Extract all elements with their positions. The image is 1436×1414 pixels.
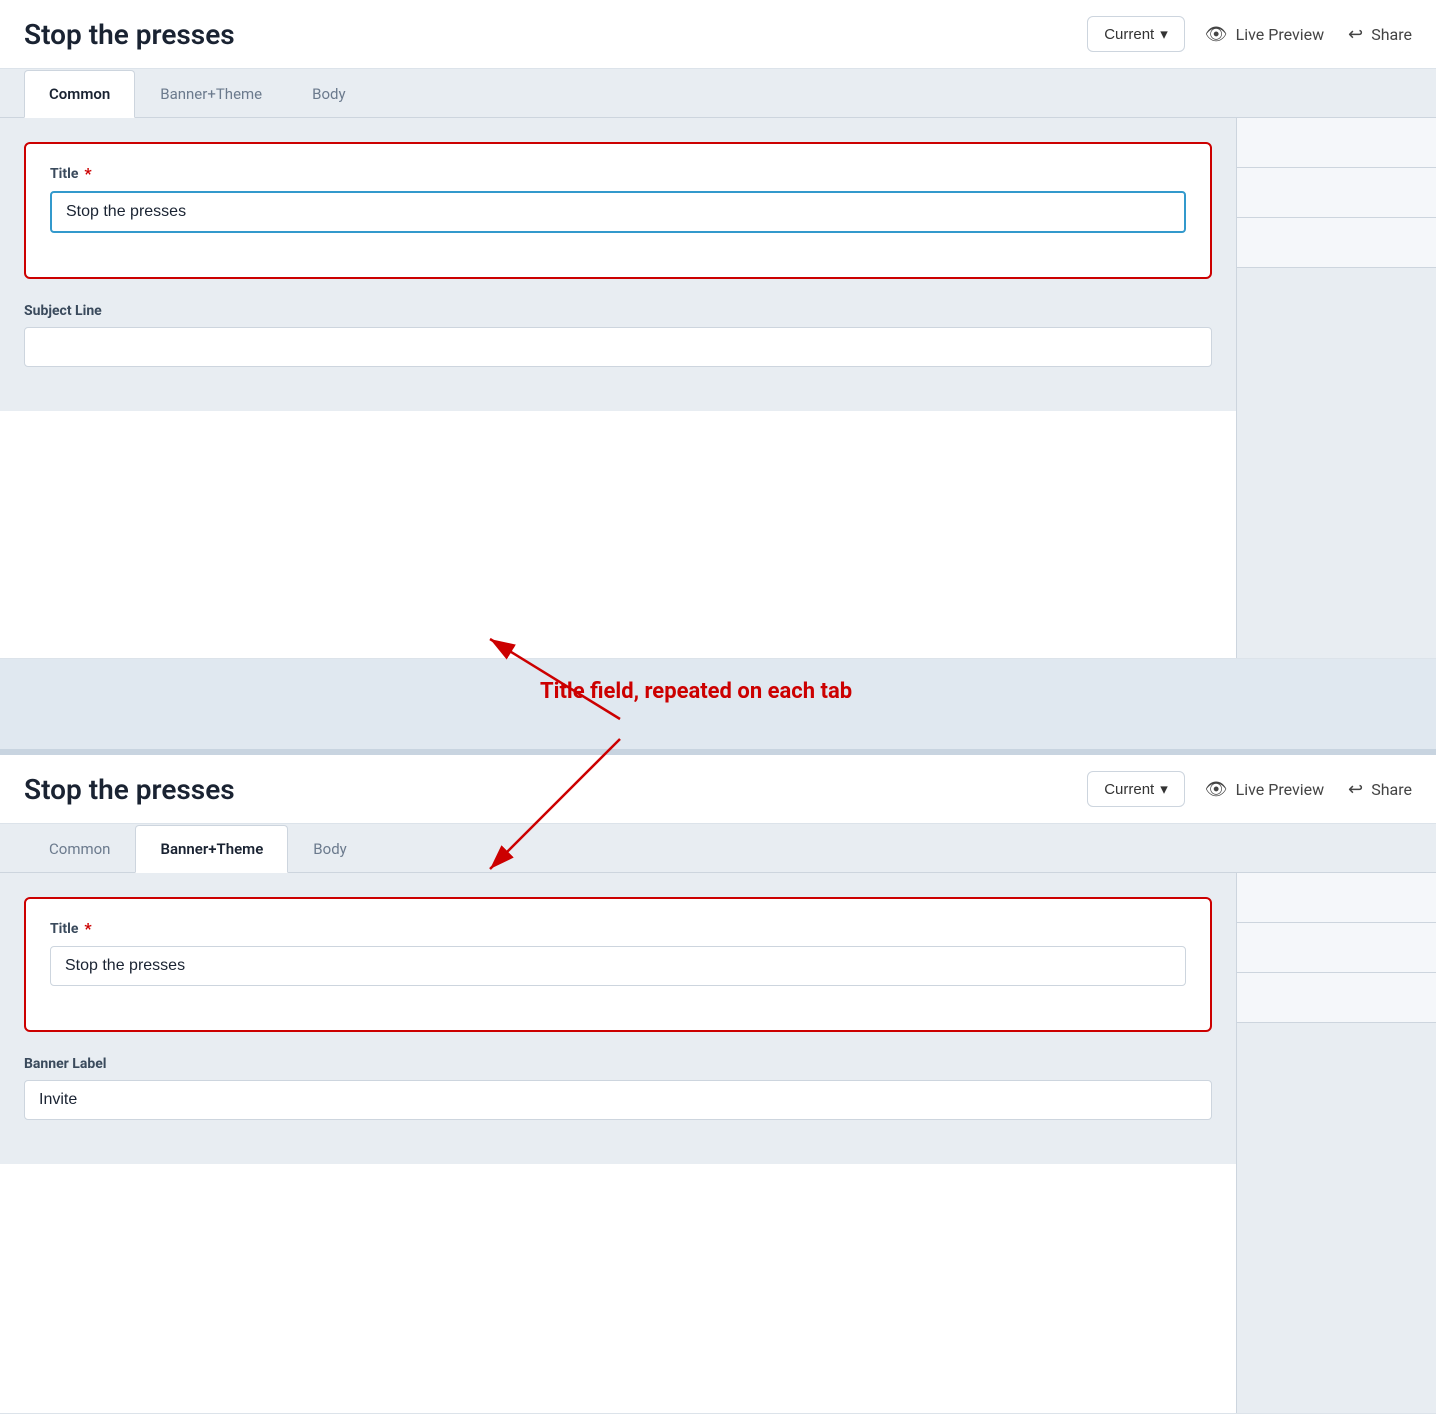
top-content-layout: Title * Subject Line <box>0 118 1436 658</box>
top-panel: Stop the presses Current ▾ 👁 Live Previe… <box>0 0 1436 659</box>
title-form-group-bottom: Title * <box>50 919 1186 986</box>
title-form-section-top: Title * <box>24 142 1212 279</box>
right-panel-item-3 <box>1237 218 1436 268</box>
share-button-bottom[interactable]: ↪ Share <box>1348 779 1412 800</box>
title-form-group-top: Title * <box>50 164 1186 233</box>
live-preview-button-top[interactable]: 👁 Live Preview <box>1205 24 1324 45</box>
annotation-section: Title field, repeated on each tab <box>0 659 1436 749</box>
version-button-bottom[interactable]: Current ▾ <box>1087 771 1185 807</box>
title-label-top: Title * <box>50 164 1186 183</box>
right-panel-item-2 <box>1237 168 1436 218</box>
eye-icon-bottom: 👁 <box>1205 779 1228 800</box>
share-icon-top: ↪ <box>1348 24 1363 45</box>
live-preview-label-bottom: Live Preview <box>1236 780 1325 799</box>
version-label-bottom: Current <box>1104 781 1154 798</box>
bottom-header: Stop the presses Current ▾ 👁 Live Previe… <box>0 755 1436 824</box>
title-form-section-bottom: Title * <box>24 897 1212 1032</box>
title-required-star-top: * <box>84 164 91 183</box>
right-panel-bottom-item-1 <box>1237 873 1436 923</box>
banner-label-label: Banner Label <box>24 1056 1212 1072</box>
header-actions-bottom: 👁 Live Preview ↪ Share <box>1205 779 1412 800</box>
tab-banner-theme-bottom[interactable]: Banner+Theme <box>135 825 288 873</box>
tab-common-top[interactable]: Common <box>24 70 135 118</box>
tab-banner-theme-top[interactable]: Banner+Theme <box>135 70 287 118</box>
live-preview-button-bottom[interactable]: 👁 Live Preview <box>1205 779 1324 800</box>
version-label-top: Current <box>1104 26 1154 43</box>
title-input-bottom[interactable] <box>50 946 1186 986</box>
subject-line-label: Subject Line <box>24 303 1212 319</box>
tab-body-bottom[interactable]: Body <box>288 825 371 873</box>
right-panel-bottom <box>1236 873 1436 1413</box>
title-required-star-bottom: * <box>84 919 91 938</box>
subject-line-form-group: Subject Line <box>24 303 1212 367</box>
title-label-bottom: Title * <box>50 919 1186 938</box>
annotation-text: Title field, repeated on each tab <box>540 679 852 704</box>
header-actions-top: 👁 Live Preview ↪ Share <box>1205 24 1412 45</box>
tabs-bar-top: Common Banner+Theme Body <box>0 69 1436 118</box>
chevron-down-icon-top: ▾ <box>1160 25 1168 43</box>
bottom-content-layout: Title * Banner Label <box>0 873 1436 1413</box>
share-label-bottom: Share <box>1371 780 1412 799</box>
bottom-content-area: Title * Banner Label <box>0 873 1236 1413</box>
right-panel-bottom-item-2 <box>1237 923 1436 973</box>
right-panel-top <box>1236 118 1436 658</box>
tabs-bar-bottom: Common Banner+Theme Body <box>0 824 1436 873</box>
eye-icon-top: 👁 <box>1205 24 1228 45</box>
title-input-top[interactable] <box>50 191 1186 233</box>
banner-label-form-group: Banner Label <box>24 1056 1212 1120</box>
share-icon-bottom: ↪ <box>1348 779 1363 800</box>
right-panel-item-1 <box>1237 118 1436 168</box>
share-label-top: Share <box>1371 25 1412 44</box>
banner-label-input[interactable] <box>24 1080 1212 1120</box>
page-title-top: Stop the presses <box>24 18 1067 51</box>
chevron-down-icon-bottom: ▾ <box>1160 780 1168 798</box>
tab-common-bottom[interactable]: Common <box>24 825 135 873</box>
share-button-top[interactable]: ↪ Share <box>1348 24 1412 45</box>
bottom-panel: Stop the presses Current ▾ 👁 Live Previe… <box>0 755 1436 1414</box>
page-title-bottom: Stop the presses <box>24 773 1067 806</box>
tab-body-top[interactable]: Body <box>287 70 370 118</box>
top-header: Stop the presses Current ▾ 👁 Live Previe… <box>0 0 1436 69</box>
subject-line-input[interactable] <box>24 327 1212 367</box>
live-preview-label-top: Live Preview <box>1236 25 1325 44</box>
bottom-panel-content: Title * Banner Label <box>0 873 1236 1164</box>
version-button-top[interactable]: Current ▾ <box>1087 16 1185 52</box>
top-content-area: Title * Subject Line <box>0 118 1236 658</box>
right-panel-bottom-item-3 <box>1237 973 1436 1023</box>
top-panel-content: Title * Subject Line <box>0 118 1236 411</box>
